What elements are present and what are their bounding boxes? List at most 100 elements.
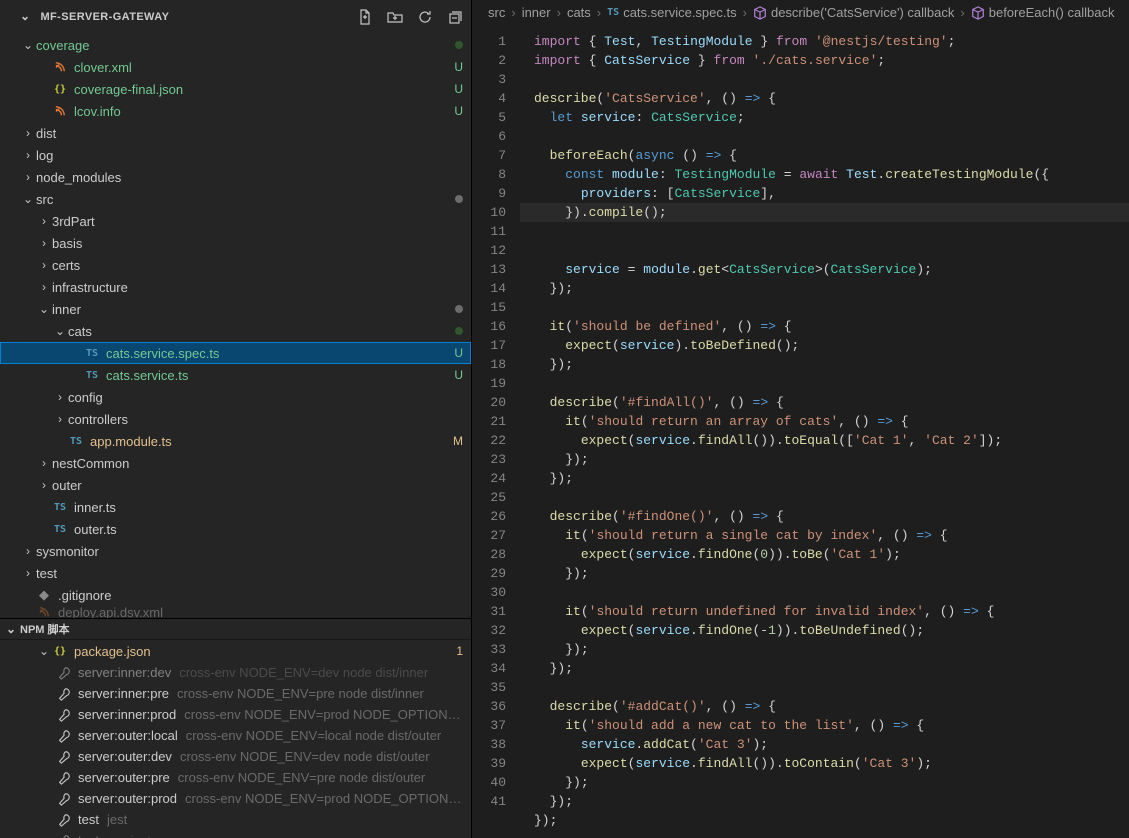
collapse-all-icon[interactable] xyxy=(447,9,463,25)
npm-scripts-header[interactable]: ⌄ NPM 脚本 xyxy=(0,618,471,640)
code-line: }); xyxy=(534,661,573,676)
code-line: expect(service).toBeDefined(); xyxy=(534,338,799,353)
new-file-icon[interactable] xyxy=(357,9,373,25)
wrench-icon xyxy=(56,707,72,723)
npm-scripts-panel: ⌄ {} package.json 1 server:inner:devcros… xyxy=(0,640,471,838)
crumb-folder[interactable]: src xyxy=(488,5,505,20)
line-gutter: 1234567891011121314151617181920212223242… xyxy=(472,26,520,838)
crumb-symbol[interactable]: describe('CatsService') callback xyxy=(771,5,954,20)
npm-script-test-cov[interactable]: test:covjest --coverage xyxy=(0,830,471,838)
tree-item-label: coverage xyxy=(36,38,449,53)
folder-coverage[interactable]: ⌄coverage xyxy=(0,34,471,56)
git-icon: ◆ xyxy=(36,587,52,603)
crumb-folder[interactable]: inner xyxy=(522,5,551,20)
file-lcov-info[interactable]: lcov.infoU xyxy=(0,100,471,122)
file--gitignore[interactable]: ◆.gitignore xyxy=(0,584,471,606)
line-number: 24 xyxy=(472,469,520,488)
folder-3rdpart[interactable]: ›3rdPart xyxy=(0,210,471,232)
npm-script-server-outer-prod[interactable]: server:outer:prodcross-env NODE_ENV=prod… xyxy=(0,788,471,809)
tree-item-label: outer xyxy=(52,478,463,493)
code-line: describe('#addCat()', () => { xyxy=(534,699,776,714)
line-number: 15 xyxy=(472,298,520,317)
folder-inner[interactable]: ⌄inner xyxy=(0,298,471,320)
npm-script-server-outer-local[interactable]: server:outer:localcross-env NODE_ENV=loc… xyxy=(0,725,471,746)
code-line: import { CatsService } from './cats.serv… xyxy=(534,53,885,68)
file-clover-xml[interactable]: clover.xmlU xyxy=(0,56,471,78)
status-dot xyxy=(455,327,463,335)
line-number: 12 xyxy=(472,241,520,260)
new-folder-icon[interactable] xyxy=(387,9,403,25)
npm-script-server-outer-pre[interactable]: server:outer:precross-env NODE_ENV=pre n… xyxy=(0,767,471,788)
line-number: 38 xyxy=(472,735,520,754)
breadcrumb[interactable]: src›inner›cats›TS cats.service.spec.ts› … xyxy=(472,0,1129,26)
code-content[interactable]: import { Test, TestingModule } from '@ne… xyxy=(520,26,1129,838)
npm-script-test[interactable]: testjest xyxy=(0,809,471,830)
folder-dist[interactable]: ›dist xyxy=(0,122,471,144)
chevron-right-icon: › xyxy=(20,148,36,162)
folder-sysmonitor[interactable]: ›sysmonitor xyxy=(0,540,471,562)
folder-basis[interactable]: ›basis xyxy=(0,232,471,254)
folder-log[interactable]: ›log xyxy=(0,144,471,166)
file-cats-service-spec-ts[interactable]: TScats.service.spec.tsU xyxy=(0,342,471,364)
file-coverage-final-json[interactable]: {}coverage-final.jsonU xyxy=(0,78,471,100)
line-number: 30 xyxy=(472,583,520,602)
code-line: let service: CatsService; xyxy=(534,110,745,125)
folder-src[interactable]: ⌄src xyxy=(0,188,471,210)
folder-controllers[interactable]: ›controllers xyxy=(0,408,471,430)
tree-item-label: log xyxy=(36,148,463,163)
folder-cats[interactable]: ⌄cats xyxy=(0,320,471,342)
npm-package-json[interactable]: ⌄ {} package.json 1 xyxy=(0,640,471,662)
npm-script-server-outer-dev[interactable]: server:outer:devcross-env NODE_ENV=dev n… xyxy=(0,746,471,767)
file-cats-service-ts[interactable]: TScats.service.tsU xyxy=(0,364,471,386)
xml-icon xyxy=(52,59,68,75)
xml-icon xyxy=(36,606,52,618)
line-number: 35 xyxy=(472,678,520,697)
file-inner-ts[interactable]: TSinner.ts xyxy=(0,496,471,518)
folder-certs[interactable]: ›certs xyxy=(0,254,471,276)
code-line: service.addCat('Cat 3'); xyxy=(534,737,768,752)
folder-nestcommon[interactable]: ›nestCommon xyxy=(0,452,471,474)
file-app-module-ts[interactable]: TSapp.module.tsM xyxy=(0,430,471,452)
folder-node-modules[interactable]: ›node_modules xyxy=(0,166,471,188)
code-line: expect(service.findAll()).toEqual(['Cat … xyxy=(534,433,1002,448)
crumb-file[interactable]: cats.service.spec.ts xyxy=(623,5,736,20)
chevron-right-icon: › xyxy=(20,126,36,140)
chevron-down-icon: ⌄ xyxy=(36,302,52,316)
chevron-right-icon: › xyxy=(36,236,52,250)
tree-item-label: app.module.ts xyxy=(90,434,441,449)
line-number: 33 xyxy=(472,640,520,659)
tree-item-label: sysmonitor xyxy=(36,544,463,559)
chevron-right-icon: › xyxy=(20,544,36,558)
folder-infrastructure[interactable]: ›infrastructure xyxy=(0,276,471,298)
npm-script-server-inner-prod[interactable]: server:inner:prodcross-env NODE_ENV=prod… xyxy=(0,704,471,725)
git-status-badge: U xyxy=(445,346,463,360)
chevron-down-icon: ⌄ xyxy=(20,9,30,23)
line-number: 19 xyxy=(472,374,520,393)
npm-script-server-inner-pre[interactable]: server:inner:pre cross-env NODE_ENV=pre n… xyxy=(0,683,471,704)
script-command: cross-env NODE_ENV=pre node dist/inner xyxy=(177,686,463,701)
line-number: 11 xyxy=(472,222,520,241)
folder-test[interactable]: ›test xyxy=(0,562,471,584)
folder-outer[interactable]: ›outer xyxy=(0,474,471,496)
npm-script-server-inner-dev[interactable]: server:inner:devcross-env NODE_ENV=dev n… xyxy=(0,662,471,683)
wrench-icon xyxy=(56,833,72,838)
project-header[interactable]: ⌄ MF-SERVER-GATEWAY xyxy=(0,0,471,34)
crumb-symbol[interactable]: beforeEach() callback xyxy=(989,5,1115,20)
symbol-icon xyxy=(971,5,985,21)
script-name: server:inner:pre xyxy=(78,686,169,701)
code-line: }); xyxy=(534,357,573,372)
folder-config[interactable]: ›config xyxy=(0,386,471,408)
chevron-right-icon: › xyxy=(36,280,52,294)
file-deploy-api-dsv-xml[interactable]: deploy.api.dsv.xml xyxy=(0,606,471,618)
line-number: 40 xyxy=(472,773,520,792)
line-number: 17 xyxy=(472,336,520,355)
status-dot xyxy=(455,41,463,49)
code-line: }); xyxy=(534,642,589,657)
tree-item-label: coverage-final.json xyxy=(74,82,441,97)
refresh-icon[interactable] xyxy=(417,9,433,25)
file-outer-ts[interactable]: TSouter.ts xyxy=(0,518,471,540)
crumb-folder[interactable]: cats xyxy=(567,5,591,20)
line-number: 37 xyxy=(472,716,520,735)
script-name: server:inner:prod xyxy=(78,707,176,722)
script-command: cross-env NODE_ENV=dev node dist/inner xyxy=(179,665,463,680)
